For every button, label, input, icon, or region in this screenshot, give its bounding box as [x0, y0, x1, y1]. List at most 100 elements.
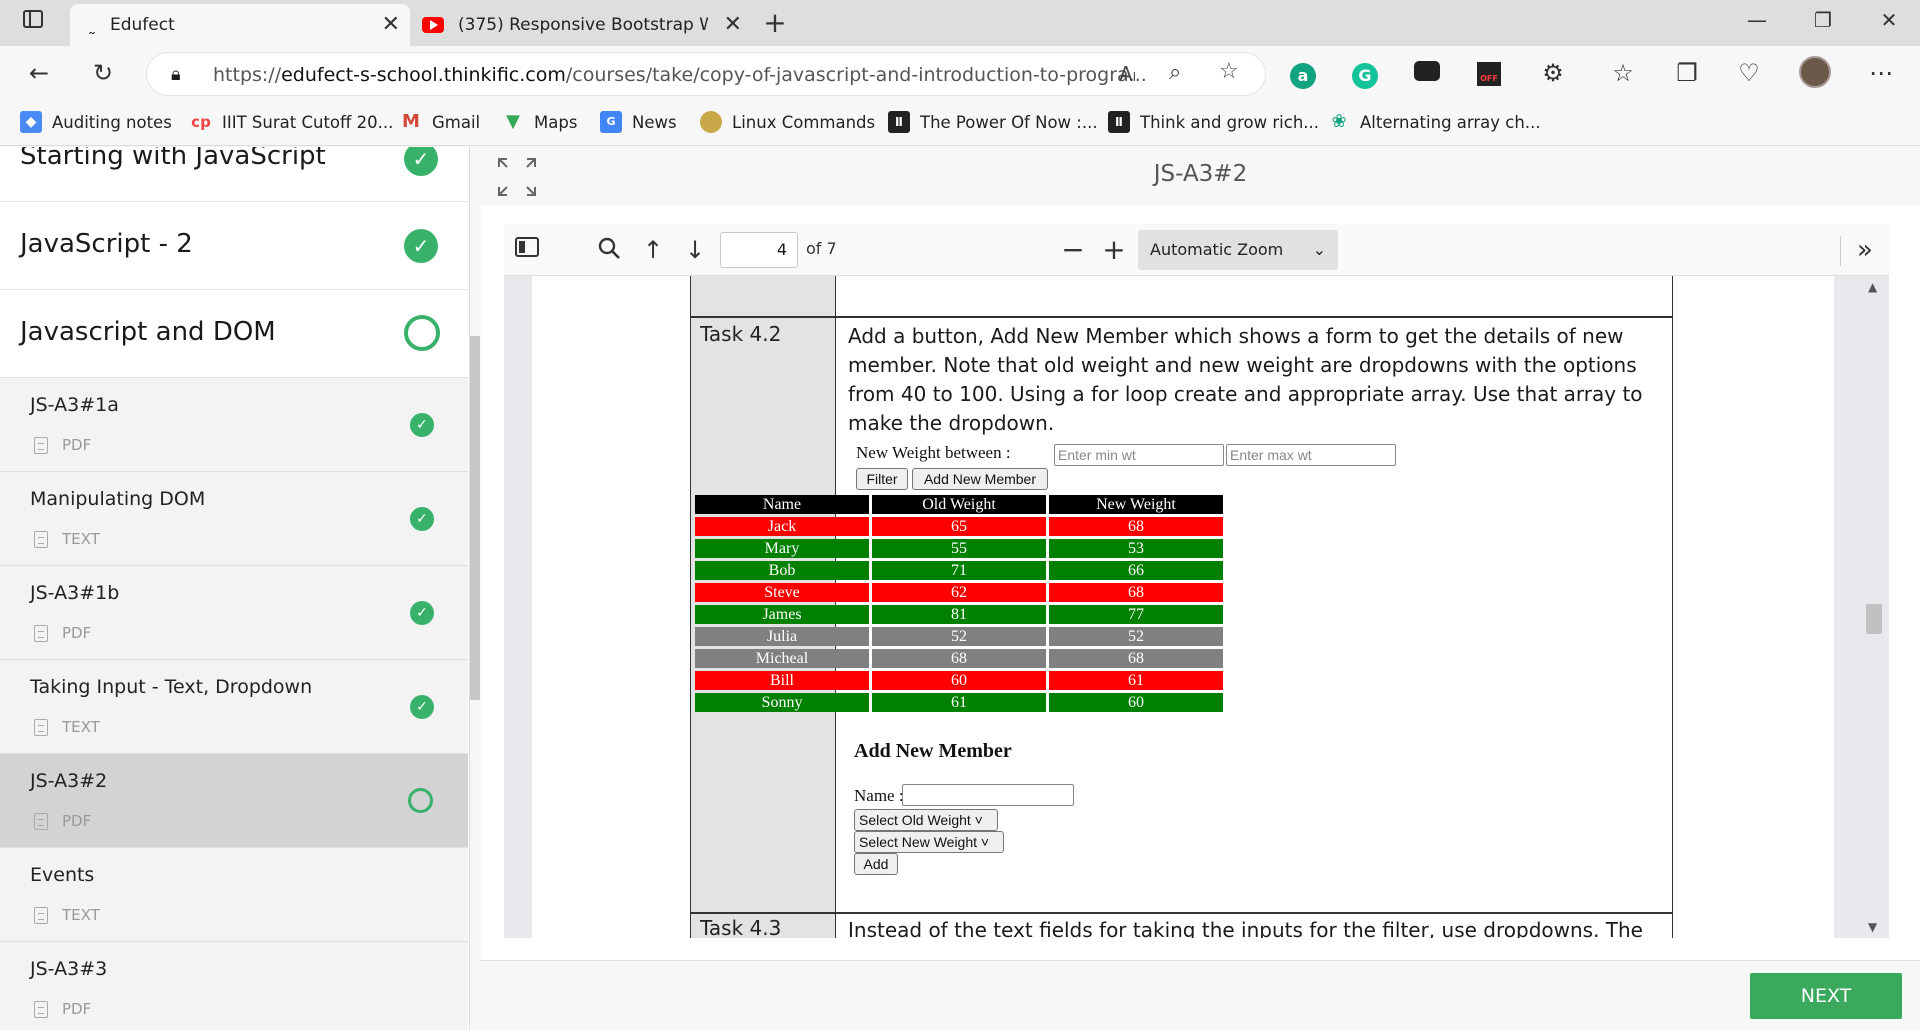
new-tab-icon[interactable]: + [760, 6, 790, 39]
chapter-javascript-and-dom[interactable]: Javascript and DOM [0, 290, 468, 378]
lesson-title: JS-A3#2 [30, 770, 108, 792]
search-icon[interactable] [594, 236, 624, 266]
extension-glasses-icon[interactable] [1410, 56, 1444, 90]
bookmark-news[interactable]: G News [600, 110, 677, 134]
address-bar[interactable]: 🔒︎ https://edufect-s-school.thinkific.co… [146, 52, 1266, 96]
bookmark-gmail[interactable]: M Gmail [400, 110, 480, 134]
document-icon [34, 906, 48, 924]
close-tab-icon[interactable]: ✕ [382, 12, 400, 37]
chevron-down-icon: ⌄ [1312, 240, 1326, 259]
complete-check-icon: ✓ [404, 229, 438, 263]
lesson-item[interactable]: JS-A3#1b PDF ✓ [0, 566, 468, 660]
browser-essentials-icon[interactable]: ♡ [1732, 56, 1766, 90]
sidebar-toggle-icon[interactable] [512, 236, 542, 266]
lesson-item[interactable]: Manipulating DOM TEXT ✓ [0, 472, 468, 566]
chapter-title: JavaScript - 2 [20, 229, 193, 259]
url-text: https://edufect-s-school.thinkific.com/c… [213, 64, 1147, 86]
bookmark-power-of-now[interactable]: Ⅱ The Power Of Now :... [888, 110, 1098, 134]
members-table: Name Old Weight New Weight Jack 65 68 Mary 5… [692, 492, 1226, 715]
zoom-select[interactable]: Automatic Zoom ⌄ [1138, 230, 1338, 270]
complete-check-icon: ✓ [410, 601, 434, 625]
table-cell: 65 [872, 517, 1046, 536]
youtube-icon [422, 17, 444, 33]
scroll-up-icon[interactable]: ▲ [1868, 280, 1877, 294]
tab-youtube[interactable]: (375) Responsive Bootstrap Webs ✕ [414, 4, 744, 46]
lesson-kind: PDF [34, 812, 91, 830]
refresh-icon[interactable]: ↻ [86, 56, 120, 90]
zoom-in-icon[interactable]: + [1099, 236, 1129, 266]
bookmark-alternating-array[interactable]: ❀ Alternating array ch... [1328, 110, 1540, 134]
tab-actions-icon[interactable] [18, 8, 48, 35]
column-header: Name [695, 495, 869, 514]
lesson-item[interactable]: Events TEXT [0, 848, 468, 942]
bookmark-linux-commands[interactable]: Linux Commands [700, 110, 875, 134]
add-favorite-icon[interactable]: ☆ [1219, 59, 1239, 84]
complete-check-icon: ✓ [410, 695, 434, 719]
form-heading: Add New Member [854, 740, 1012, 762]
tab-title: (375) Responsive Bootstrap Webs [458, 15, 708, 35]
close-window-icon[interactable]: ✕ [1874, 8, 1904, 32]
more-menu-icon[interactable]: ⋯ [1864, 56, 1898, 90]
lesson-kind: TEXT [34, 718, 100, 736]
restore-icon[interactable]: ❐ [1808, 8, 1838, 32]
tools-menu-icon[interactable]: » [1850, 236, 1880, 266]
pdf-scrollbar[interactable]: ▲ ▼ [1864, 276, 1884, 938]
bookmark-iiit-surat[interactable]: cp IIIT Surat Cutoff 20... [190, 110, 393, 134]
complete-check-icon: ✓ [410, 413, 434, 437]
extension-off-icon[interactable]: OFF [1472, 56, 1506, 90]
next-page-icon[interactable]: ↓ [680, 236, 710, 266]
scrollbar-thumb[interactable] [1866, 604, 1882, 634]
edufect-favicon-icon: ˷ [88, 15, 96, 35]
extensions-puzzle-icon[interactable]: ⚙ [1536, 56, 1570, 90]
tab-edufect[interactable]: ˷ Edufect ✕ [70, 4, 410, 46]
zoom-out-icon[interactable]: − [1058, 236, 1088, 266]
lesson-item[interactable]: Taking Input - Text, Dropdown TEXT ✓ [0, 660, 468, 754]
column-header: New Weight [1049, 495, 1223, 514]
bookmark-auditing-notes[interactable]: ◆ Auditing notes [20, 110, 172, 134]
table-cell: 60 [1049, 693, 1223, 712]
old-weight-select: Select Old Weight ˅ [854, 809, 998, 831]
lock-icon[interactable]: 🔒︎ [171, 64, 181, 85]
extension-a-icon[interactable]: a [1286, 56, 1320, 90]
name-label: Name : [854, 786, 904, 805]
profile-avatar[interactable] [1798, 56, 1832, 90]
table-row: James 81 77 [695, 605, 1223, 624]
grammarly-icon[interactable]: G [1348, 56, 1382, 90]
lesson-title-heading: JS-A3#2 [1153, 161, 1248, 187]
table-cell: Julia [695, 627, 869, 646]
next-button[interactable]: NEXT [1750, 973, 1902, 1019]
favorites-icon[interactable]: ☆ [1606, 56, 1640, 90]
bookmark-maps[interactable]: ▼ Maps [502, 110, 577, 134]
back-arrow-icon[interactable]: ← [22, 56, 56, 90]
filter-button: Filter [856, 468, 908, 490]
sidebar-scrollbar[interactable] [470, 336, 480, 700]
collections-icon[interactable]: ❐ [1670, 56, 1704, 90]
document-icon [34, 1000, 48, 1018]
previous-page-icon[interactable]: ↑ [638, 236, 668, 266]
pdf-page-area: Task 4.2 Add a button, Add New Member wh… [504, 276, 1889, 938]
lesson-item[interactable]: JS-A3#1a PDF ✓ [0, 378, 468, 472]
lesson-header: JS-A3#2 [481, 147, 1920, 205]
chapter-starting-with-javascript[interactable]: Starting with JavaScript ✓ [0, 147, 468, 202]
minimize-icon[interactable]: — [1742, 8, 1772, 32]
close-tab-icon[interactable]: ✕ [724, 12, 742, 37]
table-row: Steve 62 68 [695, 583, 1223, 602]
min-weight-input: Enter min wt [1054, 444, 1224, 466]
complete-check-icon: ✓ [404, 147, 438, 176]
task-description: Add a button, Add New Member which shows… [848, 324, 1643, 435]
table-cell: 68 [1049, 583, 1223, 602]
table-cell: Bill [695, 671, 869, 690]
bookmark-favicon-icon [700, 111, 722, 133]
table-cell: 68 [872, 649, 1046, 668]
bookmark-think-and-grow-rich[interactable]: Ⅱ Think and grow rich... [1108, 110, 1319, 134]
zoom-icon[interactable]: ⌕ [1169, 60, 1181, 85]
page-number-input[interactable]: 4 [720, 232, 798, 268]
chapter-javascript-2[interactable]: JavaScript - 2 ✓ [0, 202, 468, 290]
complete-check-icon: ✓ [410, 507, 434, 531]
table-row: Bill 60 61 [695, 671, 1223, 690]
lesson-item-selected[interactable]: JS-A3#2 PDF [0, 754, 468, 848]
read-aloud-icon[interactable]: Aₗ [1119, 62, 1136, 86]
scroll-down-icon[interactable]: ▼ [1868, 920, 1877, 934]
new-weight-select: Select New Weight ˅ [854, 831, 1004, 853]
lesson-item[interactable]: JS-A3#3 PDF [0, 942, 468, 1030]
